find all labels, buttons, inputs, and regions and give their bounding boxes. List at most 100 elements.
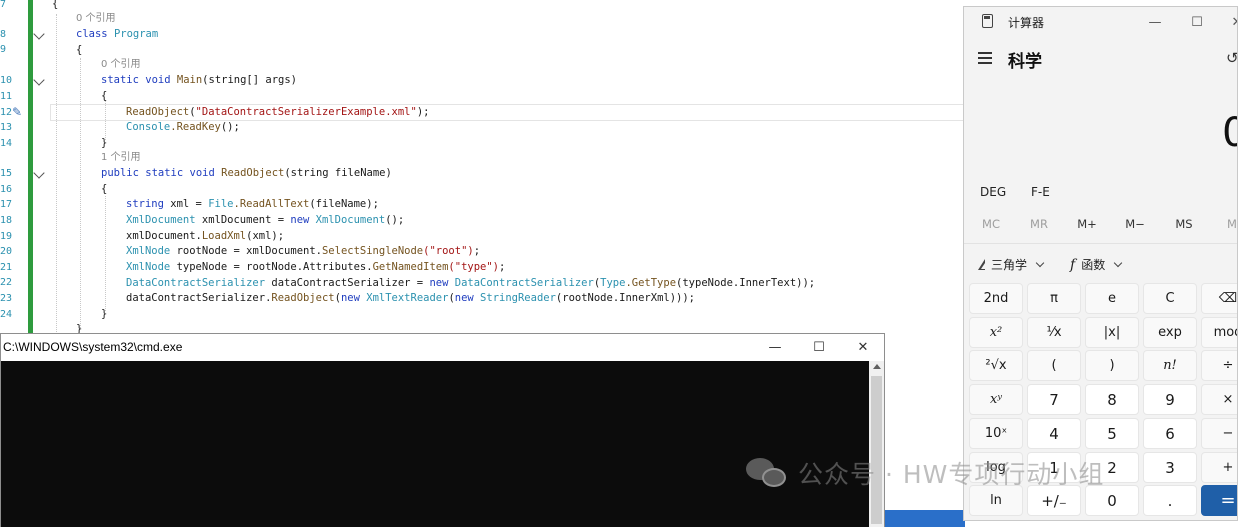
history-icon[interactable]: ↺: [1226, 49, 1237, 67]
keyword: new: [340, 292, 360, 304]
indent-guide: [80, 58, 81, 328]
punct: (rootNode.InnerXml)));: [555, 292, 695, 304]
fe-toggle-button[interactable]: F-E: [1031, 185, 1050, 199]
square-key[interactable]: x²: [969, 317, 1023, 348]
code-line: xmlDocument.LoadXml(xml);: [126, 229, 284, 243]
digit-8-key[interactable]: 8: [1085, 384, 1139, 415]
code-line: {: [76, 44, 83, 56]
punct: );: [416, 106, 430, 118]
equals-key[interactable]: =: [1201, 485, 1237, 516]
code-line: }: [101, 308, 108, 320]
square-root-key[interactable]: ²√x: [969, 350, 1023, 381]
function-label: 函数: [1081, 258, 1106, 272]
punct: ();: [220, 121, 240, 133]
second-function-key[interactable]: 2nd: [969, 283, 1023, 314]
mod-key[interactable]: mod: [1201, 317, 1237, 348]
digit-7-key[interactable]: 7: [1027, 384, 1081, 415]
minimize-button[interactable]: —: [753, 334, 797, 361]
clear-key[interactable]: C: [1143, 283, 1197, 314]
euler-key[interactable]: e: [1085, 283, 1139, 314]
reference-count-lens[interactable]: 1 个引用: [101, 151, 141, 165]
taskbar-strip: [884, 510, 965, 527]
digit-5-key[interactable]: 5: [1085, 418, 1139, 449]
change-tracking-bar: [28, 0, 33, 340]
scroll-up-arrow-icon[interactable]: [873, 364, 881, 369]
memory-add-button[interactable]: M+: [1063, 217, 1111, 231]
line-number: 19: [0, 231, 13, 242]
reciprocal-key[interactable]: ¹⁄x: [1027, 317, 1081, 348]
keyword: static void: [101, 74, 171, 86]
indent-guide: [105, 196, 106, 311]
code-line: static void Main(string[] args): [101, 73, 297, 87]
calculator-window[interactable]: 计算器 — ☐ ✕ 科学 ↺ 0 DEG F-E MC MR M+ M− MS …: [963, 6, 1238, 521]
close-button[interactable]: ✕: [841, 334, 885, 361]
power-key[interactable]: xʸ: [969, 384, 1023, 415]
memory-recall-button[interactable]: MR: [1015, 217, 1063, 231]
digit-9-key[interactable]: 9: [1143, 384, 1197, 415]
close-button[interactable]: ✕: [1217, 10, 1237, 34]
divide-key[interactable]: ÷: [1201, 350, 1237, 381]
collapse-chevron-icon[interactable]: [33, 167, 45, 179]
keyword: new: [429, 277, 449, 289]
params: (string[] args): [202, 74, 297, 86]
watermark-text: 公众号 · HW专项行动小组: [798, 460, 1105, 489]
cmd-window[interactable]: C:\WINDOWS\system32\cmd.exe — ☐ ✕: [0, 333, 885, 527]
function-dropdown[interactable]: f 函数: [1070, 256, 1123, 273]
reference-count-lens[interactable]: 0 个引用: [101, 58, 141, 72]
open-paren-key[interactable]: (: [1027, 350, 1081, 381]
backspace-key[interactable]: ⌫: [1201, 283, 1237, 314]
method-call: GetNamedItem: [372, 261, 449, 273]
line-number: 10: [0, 75, 13, 86]
subtract-key[interactable]: −: [1201, 418, 1237, 449]
method-name: ReadObject: [221, 167, 285, 179]
memory-list-button[interactable]: M: [1208, 217, 1237, 231]
absolute-key[interactable]: |x|: [1085, 317, 1139, 348]
add-key[interactable]: +: [1201, 452, 1237, 483]
divider: [964, 243, 1237, 244]
punct: ;: [473, 245, 481, 257]
collapse-chevron-icon[interactable]: [33, 28, 45, 40]
quick-action-brush-icon[interactable]: ✎: [12, 105, 22, 119]
string-literal: ("type"): [448, 261, 499, 273]
vertical-scrollbar[interactable]: [869, 361, 884, 527]
menu-icon[interactable]: [978, 52, 992, 64]
code-text: dataContractSerializer =: [265, 277, 430, 289]
reference-count-lens[interactable]: 0 个引用: [76, 12, 116, 26]
minimize-button[interactable]: —: [1135, 10, 1175, 34]
class-name: Program: [113, 28, 159, 40]
decimal-key[interactable]: .: [1143, 485, 1197, 516]
ten-power-key[interactable]: 10ˣ: [969, 418, 1023, 449]
code-text: xml =: [163, 198, 209, 210]
multiply-key[interactable]: ×: [1201, 384, 1237, 415]
factorial-key[interactable]: n!: [1143, 350, 1197, 381]
line-number: 17: [0, 199, 13, 210]
maximize-button[interactable]: ☐: [797, 334, 841, 361]
punct: (xml);: [246, 230, 285, 242]
line-number: 16: [0, 184, 13, 195]
digit-3-key[interactable]: 3: [1143, 452, 1197, 483]
memory-subtract-button[interactable]: M−: [1111, 217, 1159, 231]
close-paren-key[interactable]: ): [1085, 350, 1139, 381]
console-output[interactable]: [1, 361, 869, 527]
code-line: Console.ReadKey();: [126, 120, 240, 134]
string-literal: "DataContractSerializerExample.xml": [195, 106, 417, 118]
mode-title: 科学: [1008, 52, 1042, 72]
angle-unit-button[interactable]: DEG: [980, 185, 1006, 199]
digit-6-key[interactable]: 6: [1143, 418, 1197, 449]
trigonometry-dropdown[interactable]: 三角学: [978, 256, 1045, 273]
pi-key[interactable]: π: [1027, 283, 1081, 314]
collapse-chevron-icon[interactable]: [33, 74, 45, 86]
memory-store-button[interactable]: MS: [1160, 217, 1208, 231]
digit-4-key[interactable]: 4: [1027, 418, 1081, 449]
memory-clear-button[interactable]: MC: [967, 217, 1015, 231]
chevron-down-icon: [1113, 258, 1123, 268]
exp-key[interactable]: exp: [1143, 317, 1197, 348]
code-text: typeNode = rootNode.Attributes.: [170, 261, 373, 273]
wechat-logo-icon: [746, 456, 790, 490]
function-icon: f: [1070, 256, 1076, 273]
scrollbar-thumb[interactable]: [871, 376, 882, 524]
code-text: dataContractSerializer.: [126, 292, 272, 304]
cmd-title-bar[interactable]: C:\WINDOWS\system32\cmd.exe — ☐ ✕: [1, 334, 884, 361]
line-number: 20: [0, 246, 13, 257]
maximize-button[interactable]: ☐: [1177, 10, 1217, 34]
